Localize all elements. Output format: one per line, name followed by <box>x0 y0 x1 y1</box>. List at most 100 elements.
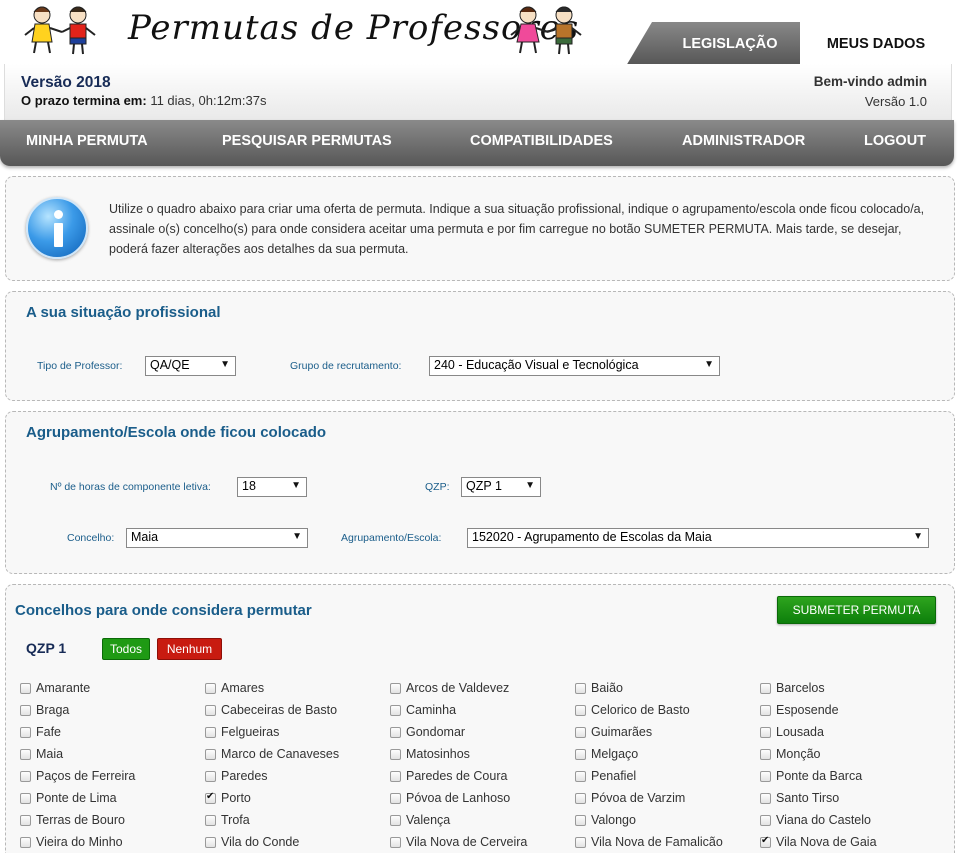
checkbox[interactable] <box>20 792 31 804</box>
checkbox[interactable] <box>760 704 771 716</box>
checkbox[interactable] <box>575 726 586 738</box>
checkbox[interactable] <box>760 682 771 694</box>
concelho-checkbox-item[interactable]: Penafiel <box>575 767 636 785</box>
checkbox[interactable] <box>205 682 216 694</box>
tab-meus-dados[interactable]: MEUS DADOS <box>800 22 952 66</box>
concelho-checkbox-item[interactable]: Braga <box>20 701 69 719</box>
checkbox-checked[interactable] <box>205 791 216 804</box>
checkbox[interactable] <box>205 726 216 738</box>
concelho-checkbox-item[interactable]: Trofa <box>205 811 250 829</box>
checkbox[interactable] <box>575 704 586 716</box>
checkbox-checked[interactable] <box>760 835 771 848</box>
checkbox[interactable] <box>760 726 771 738</box>
tab-legislacao[interactable]: LEGISLAÇÃO <box>626 22 814 66</box>
concelho-checkbox-item[interactable]: Baião <box>575 679 623 697</box>
concelho-checkbox-item[interactable]: Póvoa de Lanhoso <box>390 789 510 807</box>
checkbox[interactable] <box>390 814 401 826</box>
checkbox[interactable] <box>390 836 401 848</box>
checkbox[interactable] <box>760 748 771 760</box>
submit-permuta-button[interactable]: SUBMETER PERMUTA <box>777 596 936 624</box>
tipo-professor-select[interactable]: QA/QE ▼ <box>145 356 236 376</box>
concelho-checkbox-item[interactable]: Vieira do Minho <box>20 833 123 851</box>
concelho-checkbox-item[interactable]: Terras de Bouro <box>20 811 125 829</box>
concelho-checkbox-item[interactable]: Paredes <box>205 767 268 785</box>
nav-pesquisar-permutas[interactable]: PESQUISAR PERMUTAS <box>222 133 392 149</box>
concelhos-panel: Concelhos para onde considera permutar S… <box>5 584 955 853</box>
checkbox[interactable] <box>760 814 771 826</box>
concelho-checkbox-item[interactable]: Valença <box>390 811 450 829</box>
concelho-checkbox-item[interactable]: Matosinhos <box>390 745 470 763</box>
concelho-checkbox-item[interactable]: Viana do Castelo <box>760 811 871 829</box>
concelho-checkbox-item[interactable]: Ponte da Barca <box>760 767 862 785</box>
checkbox[interactable] <box>205 770 216 782</box>
concelho-checkbox-item[interactable]: Amarante <box>20 679 90 697</box>
nav-administrador[interactable]: ADMINISTRADOR <box>682 133 805 149</box>
concelho-checkbox-item[interactable]: Ponte de Lima <box>20 789 117 807</box>
concelho-checkbox-item[interactable]: Celorico de Basto <box>575 701 690 719</box>
checkbox[interactable] <box>205 836 216 848</box>
concelho-checkbox-item[interactable]: Maia <box>20 745 63 763</box>
checkbox[interactable] <box>575 814 586 826</box>
checkbox[interactable] <box>575 682 586 694</box>
checkbox[interactable] <box>760 770 771 782</box>
checkbox[interactable] <box>20 836 31 848</box>
concelho-label: Vieira do Minho <box>36 835 123 849</box>
concelho-checkbox-item[interactable]: Amares <box>205 679 264 697</box>
checkbox[interactable] <box>390 682 401 694</box>
concelho-checkbox-item[interactable]: Valongo <box>575 811 636 829</box>
checkbox[interactable] <box>20 814 31 826</box>
concelho-select[interactable]: Maia ▼ <box>126 528 308 548</box>
concelho-checkbox-item[interactable]: Caminha <box>390 701 456 719</box>
concelho-label: Esposende <box>776 703 839 717</box>
nav-minha-permuta[interactable]: MINHA PERMUTA <box>26 133 148 149</box>
checkbox[interactable] <box>575 792 586 804</box>
concelho-checkbox-item[interactable]: Gondomar <box>390 723 465 741</box>
concelho-checkbox-item[interactable]: Paços de Ferreira <box>20 767 135 785</box>
checkbox[interactable] <box>390 726 401 738</box>
concelho-checkbox-item[interactable]: Póvoa de Varzim <box>575 789 685 807</box>
checkbox[interactable] <box>575 836 586 848</box>
concelho-checkbox-item[interactable]: Guimarães <box>575 723 652 741</box>
checkbox[interactable] <box>390 704 401 716</box>
checkbox[interactable] <box>390 748 401 760</box>
checkbox[interactable] <box>205 704 216 716</box>
concelho-checkbox-item[interactable]: Arcos de Valdevez <box>390 679 509 697</box>
qzp-select[interactable]: QZP 1 ▼ <box>461 477 541 497</box>
select-none-button[interactable]: Nenhum <box>157 638 222 660</box>
checkbox[interactable] <box>390 792 401 804</box>
checkbox[interactable] <box>20 704 31 716</box>
concelho-checkbox-item[interactable]: Cabeceiras de Basto <box>205 701 337 719</box>
concelho-checkbox-item[interactable]: Felgueiras <box>205 723 279 741</box>
escola-select[interactable]: 152020 - Agrupamento de Escolas da Maia … <box>467 528 929 548</box>
concelho-checkbox-item[interactable]: Paredes de Coura <box>390 767 507 785</box>
concelho-label: Póvoa de Lanhoso <box>406 791 511 805</box>
concelho-checkbox-item[interactable]: Marco de Canaveses <box>205 745 339 763</box>
checkbox[interactable] <box>20 748 31 760</box>
checkbox[interactable] <box>760 792 771 804</box>
concelho-checkbox-item[interactable]: Santo Tirso <box>760 789 839 807</box>
checkbox[interactable] <box>205 748 216 760</box>
grupo-recrutamento-select[interactable]: 240 - Educação Visual e Tecnológica ▼ <box>429 356 720 376</box>
checkbox[interactable] <box>205 814 216 826</box>
select-all-button[interactable]: Todos <box>102 638 150 660</box>
checkbox[interactable] <box>390 770 401 782</box>
checkbox[interactable] <box>20 682 31 694</box>
concelho-checkbox-item[interactable]: Vila do Conde <box>205 833 299 851</box>
concelho-checkbox-item[interactable]: Fafe <box>20 723 61 741</box>
concelho-checkbox-item[interactable]: Esposende <box>760 701 839 719</box>
horas-select[interactable]: 18 ▼ <box>237 477 307 497</box>
nav-logout[interactable]: LOGOUT <box>864 133 926 149</box>
checkbox[interactable] <box>20 770 31 782</box>
checkbox[interactable] <box>575 770 586 782</box>
concelho-checkbox-item[interactable]: Vila Nova de Gaia <box>760 833 877 851</box>
checkbox[interactable] <box>575 748 586 760</box>
concelho-checkbox-item[interactable]: Barcelos <box>760 679 825 697</box>
checkbox[interactable] <box>20 726 31 738</box>
concelho-checkbox-item[interactable]: Monção <box>760 745 820 763</box>
concelho-checkbox-item[interactable]: Porto <box>205 789 251 807</box>
nav-compatibilidades[interactable]: COMPATIBILIDADES <box>470 133 613 149</box>
concelho-checkbox-item[interactable]: Lousada <box>760 723 824 741</box>
concelho-checkbox-item[interactable]: Vila Nova de Cerveira <box>390 833 527 851</box>
concelho-checkbox-item[interactable]: Vila Nova de Famalicão <box>575 833 723 851</box>
concelho-checkbox-item[interactable]: Melgaço <box>575 745 638 763</box>
